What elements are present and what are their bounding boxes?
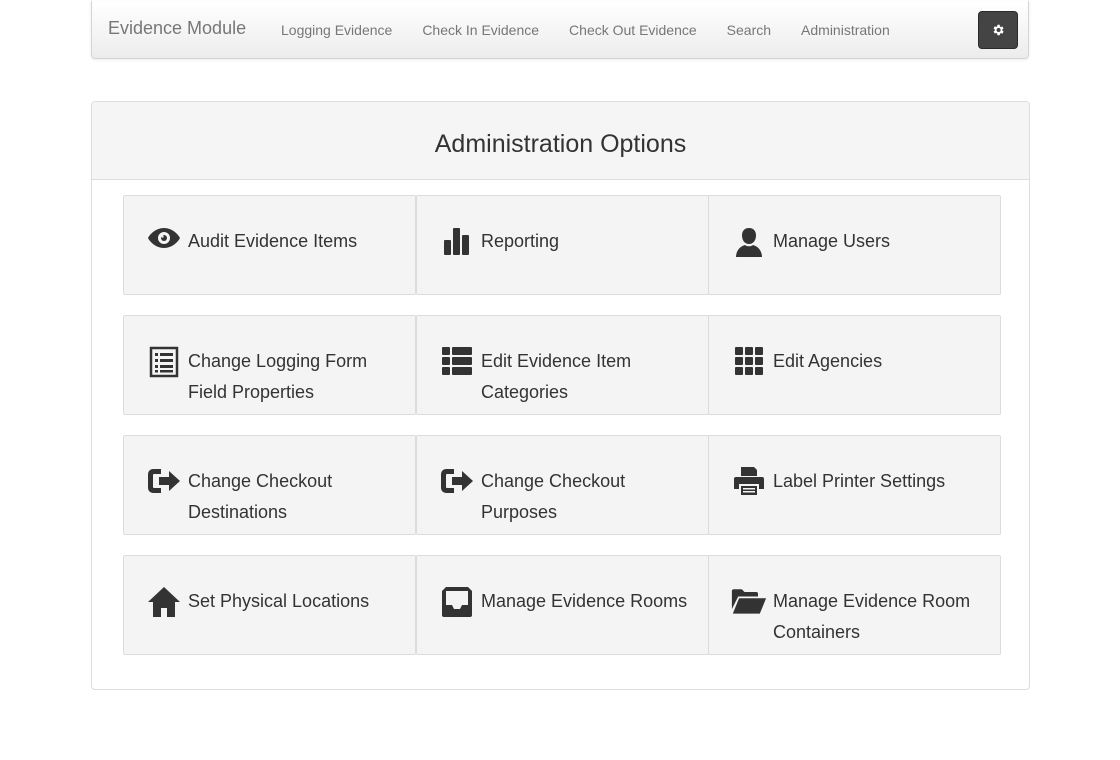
page-title: Administration Options	[434, 130, 687, 158]
tile-label: Manage Evidence Rooms	[481, 591, 688, 611]
log-out-icon	[439, 466, 475, 498]
tile-edit-agencies[interactable]: Edit Agencies	[708, 315, 1001, 415]
nav-search[interactable]: Search	[712, 20, 786, 40]
list-alt-icon	[146, 346, 182, 378]
tile-label: Edit Agencies	[773, 351, 883, 371]
tile-label: Edit Evidence Item Categories	[481, 351, 632, 402]
admin-options-panel: Administration Options Audit Evidence It…	[91, 101, 1030, 690]
tile-manage-evidence-room-containers[interactable]: Manage Evidence Room Containers	[708, 555, 1001, 655]
inbox-icon	[439, 586, 475, 618]
brand-link[interactable]: Evidence Module	[108, 17, 246, 39]
th-list-icon	[439, 346, 475, 378]
tile-label: Manage Users	[773, 231, 891, 251]
nav-check-in-evidence[interactable]: Check In Evidence	[407, 20, 554, 40]
tile-edit-evidence-item-categories[interactable]: Edit Evidence Item Categories	[416, 315, 709, 415]
gear-icon	[993, 24, 1004, 36]
log-out-icon	[146, 466, 182, 498]
bar-chart-icon	[439, 226, 475, 258]
tile-change-checkout-destinations[interactable]: Change Checkout Destinations	[123, 435, 416, 535]
tile-audit-evidence-items[interactable]: Audit Evidence Items	[123, 195, 416, 295]
tile-set-physical-locations[interactable]: Set Physical Locations	[123, 555, 416, 655]
home-icon	[146, 586, 182, 618]
print-icon	[731, 466, 767, 498]
top-navbar: Evidence Module Logging Evidence Check I…	[91, 1, 1029, 59]
tile-manage-evidence-rooms[interactable]: Manage Evidence Rooms	[416, 555, 709, 655]
tile-label: Change Checkout Purposes	[481, 471, 626, 522]
nav-links: Logging Evidence Check In Evidence Check…	[266, 1, 905, 59]
tile-label: Manage Evidence Room Containers	[773, 591, 971, 642]
tile-label: Change Checkout Destinations	[188, 471, 333, 522]
tile-label: Audit Evidence Items	[188, 231, 358, 251]
tile-label: Label Printer Settings	[773, 471, 946, 491]
tile-label: Set Physical Locations	[188, 591, 370, 611]
user-icon	[731, 226, 767, 258]
tile-label: Change Logging Form Field Properties	[188, 351, 368, 402]
settings-button[interactable]	[978, 11, 1018, 49]
folder-open-icon	[731, 586, 767, 618]
tile-reporting[interactable]: Reporting	[416, 195, 709, 295]
panel-heading: Administration Options	[92, 102, 1029, 180]
nav-check-out-evidence[interactable]: Check Out Evidence	[554, 20, 712, 40]
nav-administration[interactable]: Administration	[786, 20, 905, 40]
tile-label-printer-settings[interactable]: Label Printer Settings	[708, 435, 1001, 535]
tile-label: Reporting	[481, 231, 560, 251]
tile-change-logging-form-field-properties[interactable]: Change Logging Form Field Properties	[123, 315, 416, 415]
th-icon	[731, 346, 767, 378]
tile-change-checkout-purposes[interactable]: Change Checkout Purposes	[416, 435, 709, 535]
nav-logging-evidence[interactable]: Logging Evidence	[266, 20, 407, 40]
eye-icon	[146, 226, 182, 258]
tile-manage-users[interactable]: Manage Users	[708, 195, 1001, 295]
